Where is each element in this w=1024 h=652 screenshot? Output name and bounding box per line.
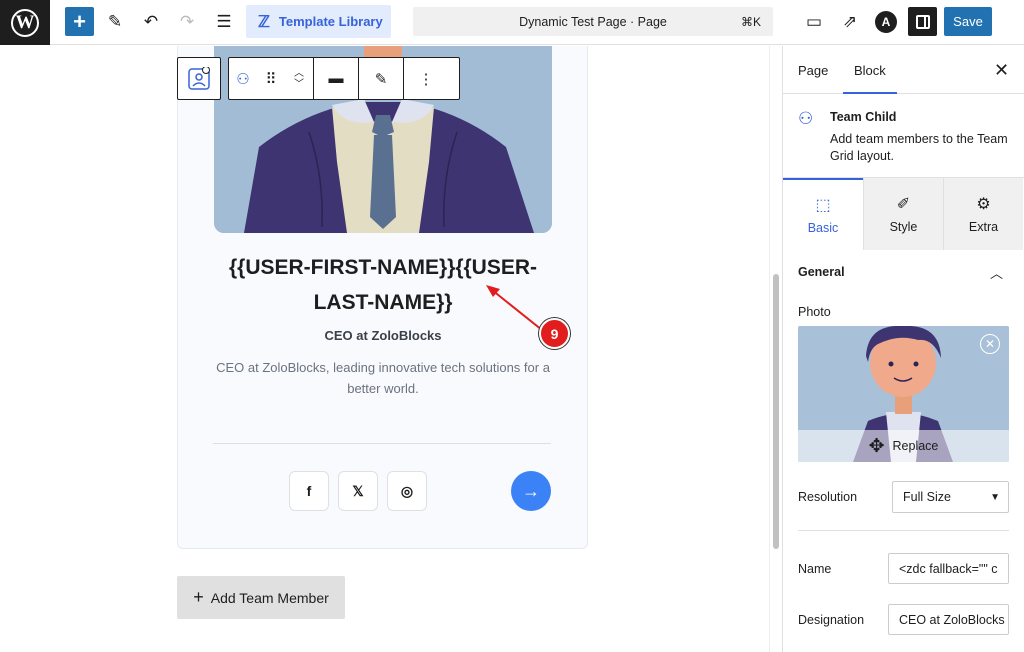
section-general-title[interactable]: General bbox=[798, 265, 845, 279]
close-icon[interactable]: ✕ bbox=[994, 60, 1009, 81]
team-block-parent-selector[interactable] bbox=[177, 57, 221, 100]
align-icon[interactable]: ▬ bbox=[314, 58, 358, 99]
redo-icon[interactable]: ↷ bbox=[173, 8, 201, 36]
wordpress-logo-button[interactable]: W bbox=[0, 0, 50, 45]
team-member-bio[interactable]: CEO at ZoloBlocks, leading innovative te… bbox=[205, 357, 561, 399]
astra-icon: A bbox=[875, 11, 897, 33]
remove-photo-icon[interactable]: ✕ bbox=[980, 334, 1000, 354]
wordpress-icon: W bbox=[11, 8, 39, 37]
brush-icon: ✐ bbox=[896, 196, 911, 213]
arrow-right-button[interactable]: → bbox=[511, 471, 551, 511]
tab-extra[interactable]: ⚙ Extra bbox=[943, 178, 1023, 250]
block-toolbar: ⚇ ⠿ ︿ ﹀ ▬ ✎ ⋮ bbox=[228, 57, 460, 100]
block-inserter-button[interactable]: + bbox=[65, 7, 94, 36]
document-title: Dynamic Test Page · Page bbox=[519, 14, 667, 29]
team-child-block-icon[interactable]: ⚇ bbox=[229, 58, 257, 99]
canvas-scrollbar-thumb[interactable] bbox=[773, 274, 779, 549]
block-description: Add team members to the Team Grid layout… bbox=[830, 132, 1008, 163]
block-toolbar-group-align: ▬ bbox=[314, 58, 359, 99]
sidebar-icon bbox=[915, 14, 930, 29]
edit-tool-pencil-icon[interactable]: ✎ bbox=[101, 8, 129, 36]
tab-extra-label: Extra bbox=[968, 220, 999, 234]
undo-icon[interactable]: ↶ bbox=[137, 8, 165, 36]
settings-sidebar-toggle[interactable] bbox=[908, 7, 937, 36]
move-up-down-icon[interactable]: ︿ ﹀ bbox=[285, 58, 313, 99]
editor-canvas: ⚇ ⠿ ︿ ﹀ ▬ ✎ ⋮ {{USER-FIRST-NAME}}{{USER- … bbox=[0, 46, 782, 652]
editor-top-bar: W + ✎ ↶ ↷ ☰ ℤ Template Library Dynamic T… bbox=[0, 0, 1024, 45]
replace-label: Replace bbox=[892, 439, 939, 453]
tab-basic-label: Basic bbox=[807, 221, 839, 235]
more-options-icon[interactable]: ⋮ bbox=[404, 58, 448, 99]
replace-photo-button[interactable]: ✥ Replace bbox=[798, 430, 1009, 462]
team-users-icon bbox=[188, 66, 210, 90]
team-users-icon: ⚇ bbox=[798, 109, 814, 128]
settings-subtabs: ⬚ Basic ✐ Style ⚙ Extra bbox=[783, 178, 1024, 250]
instagram-icon[interactable]: ◎ bbox=[387, 471, 427, 511]
edit-pencil-icon[interactable]: ✎ bbox=[359, 58, 403, 99]
tab-style[interactable]: ✐ Style bbox=[863, 178, 943, 250]
resolution-value: Full Size bbox=[903, 490, 951, 504]
command-shortcut: ⌘K bbox=[740, 14, 761, 29]
add-team-member-button[interactable]: + Add Team Member bbox=[177, 576, 345, 619]
sidebar-tabs: Page Block ✕ bbox=[783, 46, 1024, 94]
name-field[interactable]: <zdc fallback="" c bbox=[888, 553, 1009, 584]
photo-picker[interactable]: ✕ ✥ Replace bbox=[798, 326, 1009, 462]
block-toolbar-group-block: ⚇ ⠿ ︿ ﹀ bbox=[229, 58, 314, 99]
template-library-label: Template Library bbox=[278, 14, 383, 29]
document-overview-icon[interactable]: ☰ bbox=[210, 8, 238, 36]
chevron-down-icon: ▼ bbox=[990, 491, 1000, 503]
block-name: Team Child bbox=[830, 110, 897, 124]
tab-basic[interactable]: ⬚ Basic bbox=[783, 178, 863, 250]
resolution-label: Resolution bbox=[798, 490, 858, 504]
document-title-bar[interactable]: Dynamic Test Page · Page ⌘K bbox=[413, 7, 773, 36]
card-divider bbox=[213, 443, 551, 444]
plus-icon: + bbox=[193, 587, 204, 607]
facebook-icon[interactable]: f bbox=[289, 471, 329, 511]
gear-icon: ⚙ bbox=[976, 196, 991, 213]
block-toolbar-group-options: ⋮ bbox=[404, 58, 448, 99]
tab-block[interactable]: Block bbox=[854, 63, 886, 78]
designation-label: Designation bbox=[798, 613, 865, 627]
chevron-up-icon[interactable]: ︿ bbox=[990, 263, 1003, 282]
block-card: ⚇ Team Child Add team members to the Tea… bbox=[783, 94, 1024, 178]
designation-field[interactable]: CEO at ZoloBlocks bbox=[888, 604, 1009, 635]
desktop-preview-icon[interactable]: ▭ bbox=[800, 8, 828, 36]
tab-style-label: Style bbox=[889, 220, 918, 234]
move-icon: ✥ bbox=[868, 435, 885, 457]
cursor-icon: ⬚ bbox=[815, 197, 831, 214]
annotation-marker: 9 bbox=[539, 318, 570, 349]
astra-button[interactable]: A bbox=[875, 11, 897, 33]
template-library-button[interactable]: ℤ Template Library bbox=[246, 5, 391, 38]
sidebar-divider bbox=[798, 530, 1009, 531]
zoloblocks-icon: ℤ bbox=[258, 13, 270, 31]
add-team-member-label: Add Team Member bbox=[210, 589, 329, 606]
save-button[interactable]: Save bbox=[944, 7, 992, 36]
block-toolbar-group-edit: ✎ bbox=[359, 58, 404, 99]
settings-sidebar: Page Block ✕ ⚇ Team Child Add team membe… bbox=[782, 46, 1024, 652]
resolution-select[interactable]: Full Size ▼ bbox=[892, 481, 1009, 513]
photo-label: Photo bbox=[798, 305, 831, 319]
name-label: Name bbox=[798, 562, 832, 576]
x-twitter-icon[interactable]: 𝕏 bbox=[338, 471, 378, 511]
tab-page[interactable]: Page bbox=[798, 63, 828, 78]
view-page-external-icon[interactable]: ⇗ bbox=[836, 8, 864, 36]
drag-handle-icon[interactable]: ⠿ bbox=[257, 58, 285, 99]
